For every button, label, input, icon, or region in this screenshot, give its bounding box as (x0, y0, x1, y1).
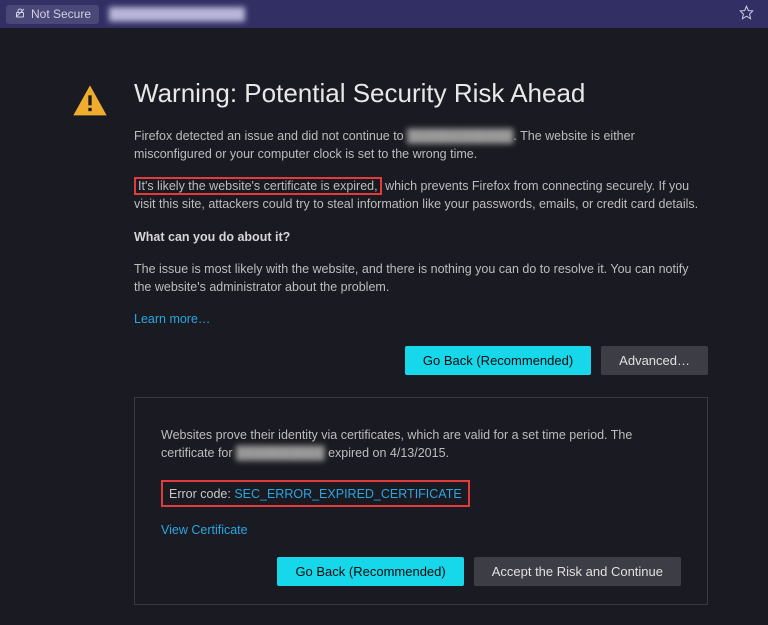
url-domain[interactable]: ████████████████ (109, 7, 245, 21)
error-code-label: Error code: (169, 487, 234, 501)
redacted-domain: ████████████ (407, 129, 513, 143)
warning-triangle-icon (70, 82, 110, 125)
advanced-button[interactable]: Advanced… (601, 346, 708, 375)
learn-more-link[interactable]: Learn more… (134, 312, 210, 326)
advanced-panel: Websites prove their identity via certif… (134, 397, 708, 605)
site-security-box[interactable]: Not Secure (6, 5, 99, 24)
page-title: Warning: Potential Security Risk Ahead (134, 78, 708, 109)
go-back-button-advanced[interactable]: Go Back (Recommended) (277, 557, 463, 586)
view-certificate-link[interactable]: View Certificate (161, 523, 248, 537)
bookmark-star-icon[interactable] (739, 5, 754, 23)
advanced-button-row: Go Back (Recommended) Accept the Risk an… (161, 557, 681, 586)
not-secure-label: Not Secure (31, 7, 91, 21)
expired-highlight: It's likely the website's certificate is… (134, 177, 382, 195)
intro-paragraph: Firefox detected an issue and did not co… (134, 127, 708, 163)
go-back-button[interactable]: Go Back (Recommended) (405, 346, 591, 375)
lock-icon (14, 7, 26, 22)
cert-expired-paragraph: Websites prove their identity via certif… (161, 426, 681, 462)
accept-risk-button[interactable]: Accept the Risk and Continue (474, 557, 681, 586)
error-code-box: Error code: SEC_ERROR_EXPIRED_CERTIFICAT… (161, 480, 470, 507)
what-can-you-do-heading: What can you do about it? (134, 228, 708, 246)
primary-button-row: Go Back (Recommended) Advanced… (134, 346, 708, 375)
expired-paragraph: It's likely the website's certificate is… (134, 177, 708, 213)
redacted-domain-advanced: ██████████ (236, 446, 325, 460)
error-code-value[interactable]: SEC_ERROR_EXPIRED_CERTIFICATE (234, 487, 461, 501)
url-bar[interactable]: Not Secure ████████████████ (0, 0, 768, 28)
what-can-you-do-body: The issue is most likely with the websit… (134, 260, 708, 296)
